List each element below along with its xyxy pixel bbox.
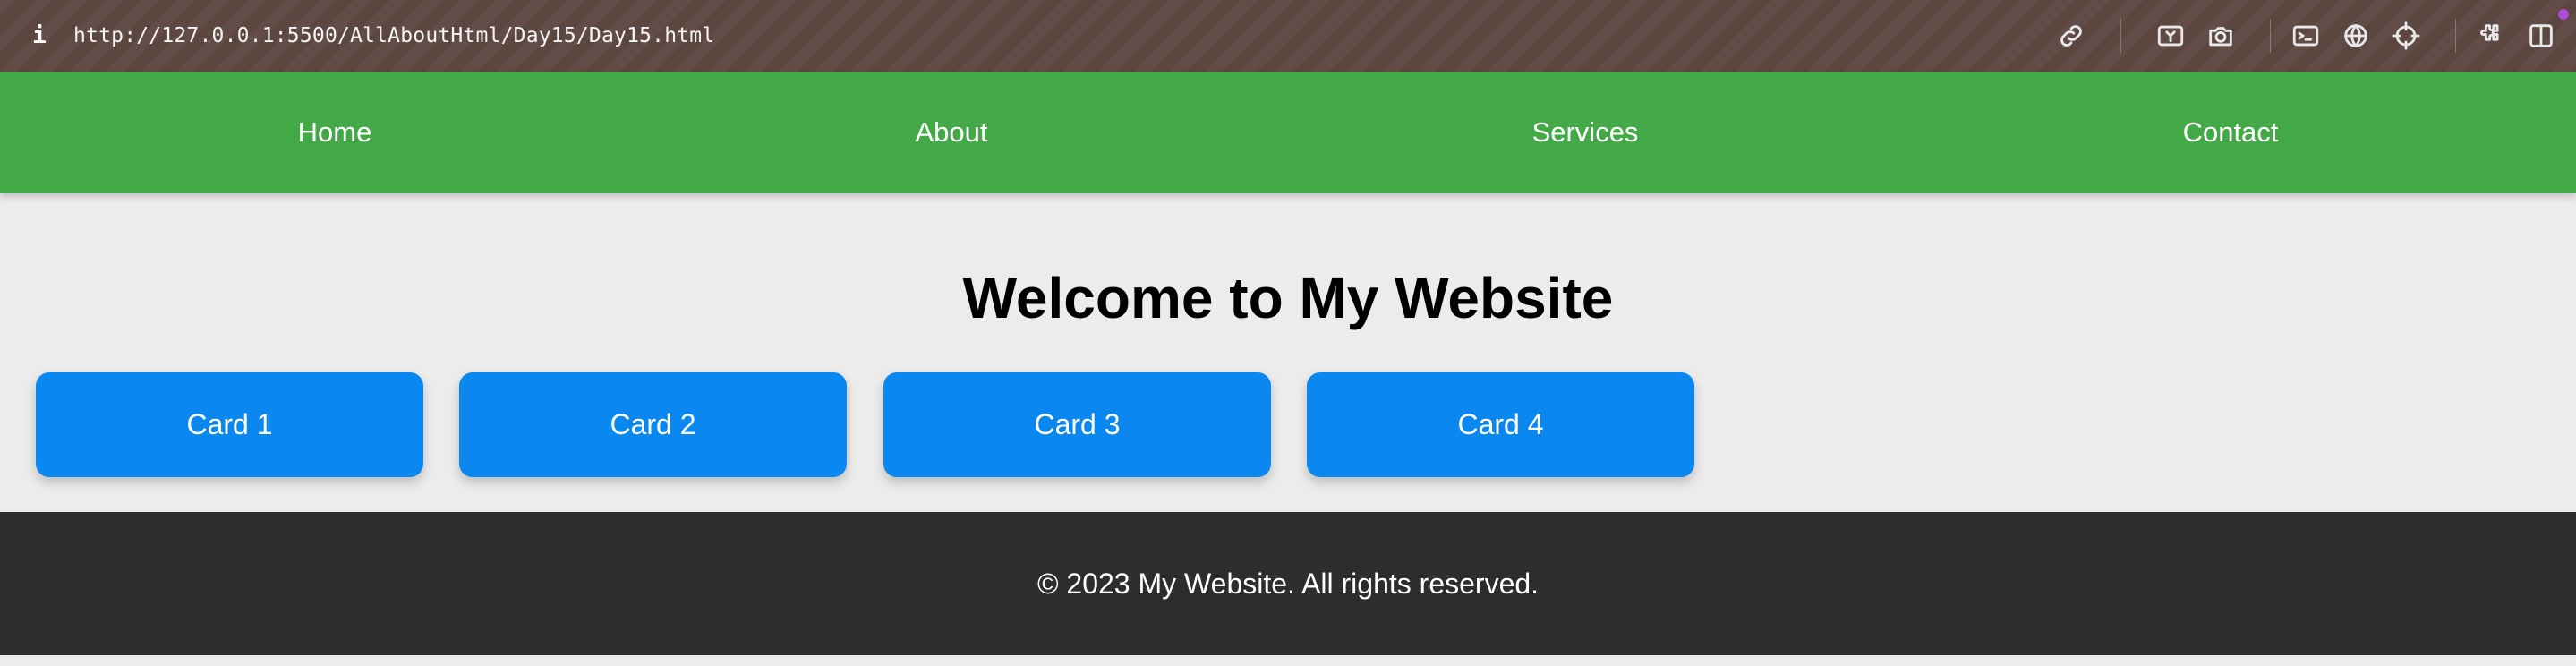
nav-link-services[interactable]: Services <box>1532 72 1639 193</box>
card-1[interactable]: Card 1 <box>36 372 423 477</box>
browser-toolbar <box>2056 0 2576 72</box>
toolbar-divider <box>2270 19 2271 53</box>
browser-address-bar: i http://127.0.0.1:5500/AllAboutHtml/Day… <box>0 0 2576 72</box>
url-field[interactable]: http://127.0.0.1:5500/AllAboutHtml/Day15… <box>73 24 714 47</box>
page-title: Welcome to My Website <box>962 266 1614 330</box>
card-4[interactable]: Card 4 <box>1307 372 1694 477</box>
sidebar-icon[interactable] <box>2526 21 2556 51</box>
toolbar-divider <box>2120 19 2121 53</box>
screencast-icon[interactable] <box>2155 21 2186 51</box>
extensions-icon[interactable] <box>2476 21 2506 51</box>
page-bottom-strip <box>0 655 2576 666</box>
nav-link-home[interactable]: Home <box>298 72 372 193</box>
site-navbar: Home About Services Contact <box>0 72 2576 193</box>
link-icon[interactable] <box>2056 21 2086 51</box>
nav-link-contact[interactable]: Contact <box>2183 72 2279 193</box>
card-3[interactable]: Card 3 <box>883 372 1271 477</box>
main-content: Welcome to My Website Card 1 Card 2 Card… <box>0 193 2576 512</box>
camera-icon[interactable] <box>2205 21 2236 51</box>
globe-icon[interactable] <box>2341 21 2371 51</box>
crosshair-icon[interactable] <box>2391 21 2421 51</box>
terminal-icon[interactable] <box>2290 21 2321 51</box>
card-2[interactable]: Card 2 <box>459 372 847 477</box>
nav-link-about[interactable]: About <box>915 72 987 193</box>
notification-dot <box>2558 9 2569 20</box>
site-footer: © 2023 My Website. All rights reserved. <box>0 512 2576 655</box>
info-icon[interactable]: i <box>29 22 50 49</box>
toolbar-divider <box>2455 19 2456 53</box>
footer-copyright: © 2023 My Website. All rights reserved. <box>1036 568 1540 600</box>
